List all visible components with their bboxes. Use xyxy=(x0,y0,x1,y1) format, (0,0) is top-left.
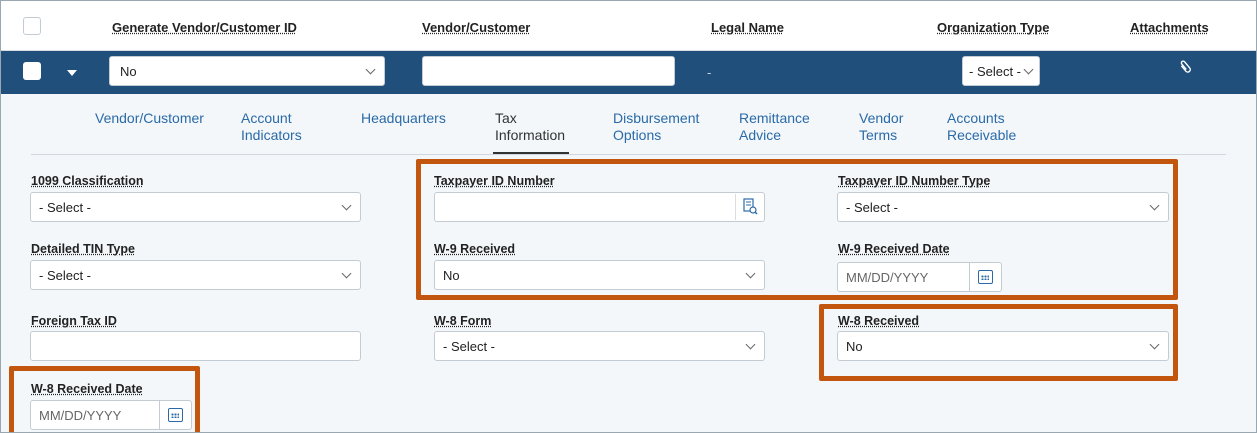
column-header-legal-name[interactable]: Legal Name xyxy=(711,20,784,35)
tab-accounts-receivable[interactable]: Accounts Receivable xyxy=(947,110,1016,144)
detailed-tin-type-value: - Select - xyxy=(39,268,92,283)
tab-tax-information[interactable]: Tax Information xyxy=(495,110,565,144)
label-1099-classification: 1099 Classification xyxy=(31,174,144,188)
tab-remittance-advice[interactable]: Remittance Advice xyxy=(739,110,810,144)
label-detailed-tin-type: Detailed TIN Type xyxy=(31,242,135,256)
classification-1099-select[interactable]: - Select - xyxy=(30,192,361,222)
column-header-generate-id[interactable]: Generate Vendor/Customer ID xyxy=(112,20,297,35)
chevron-down-icon xyxy=(365,64,376,75)
tab-headquarters[interactable]: Headquarters xyxy=(361,110,446,127)
tabs-divider xyxy=(31,154,1226,155)
vendor-customer-input[interactable] xyxy=(422,56,675,86)
row-checkbox[interactable] xyxy=(23,62,41,80)
organization-type-value: - Select - xyxy=(969,64,1022,79)
highlight-box-w8-received-date xyxy=(9,366,200,432)
chevron-down-icon xyxy=(745,339,756,350)
foreign-tax-id-input[interactable] xyxy=(30,331,361,361)
column-header-vendor-customer[interactable]: Vendor/Customer xyxy=(422,20,530,35)
detailed-tin-type-select[interactable]: - Select - xyxy=(30,260,361,290)
highlight-box-w8-received xyxy=(819,304,1178,381)
label-foreign-tax-id: Foreign Tax ID xyxy=(31,314,117,328)
vendor-record-panel: Generate Vendor/Customer ID Vendor/Custo… xyxy=(0,0,1257,433)
generate-id-select[interactable]: No xyxy=(109,56,385,86)
tab-vendor-terms[interactable]: Vendor Terms xyxy=(859,110,903,144)
select-all-checkbox[interactable] xyxy=(23,17,41,35)
classification-1099-value: - Select - xyxy=(39,200,92,215)
chevron-down-icon xyxy=(1023,64,1034,75)
tab-disbursement-options[interactable]: Disbursement Options xyxy=(613,110,699,144)
section-tabs: Vendor/Customer Account Indicators Headq… xyxy=(1,94,1256,154)
tab-vendor-customer[interactable]: Vendor/Customer xyxy=(95,110,204,127)
column-header-organization-type[interactable]: Organization Type xyxy=(937,20,1049,35)
chevron-down-icon xyxy=(341,200,352,211)
column-header-attachments[interactable]: Attachments xyxy=(1130,20,1209,35)
label-w8-form: W-8 Form xyxy=(434,314,492,328)
w8-form-value: - Select - xyxy=(443,339,496,354)
chevron-down-icon xyxy=(341,268,352,279)
grid-header: Generate Vendor/Customer ID Vendor/Custo… xyxy=(1,1,1256,51)
tab-account-indicators[interactable]: Account Indicators xyxy=(241,110,302,144)
highlight-box-taxpayer-w9 xyxy=(416,159,1178,300)
legal-name-value: - xyxy=(707,65,712,80)
table-row: No - - Select - xyxy=(1,51,1256,94)
w8-form-select[interactable]: - Select - xyxy=(434,331,765,361)
organization-type-select[interactable]: - Select - xyxy=(962,56,1040,86)
generate-id-value: No xyxy=(120,64,137,79)
expand-row-icon[interactable] xyxy=(67,70,77,76)
